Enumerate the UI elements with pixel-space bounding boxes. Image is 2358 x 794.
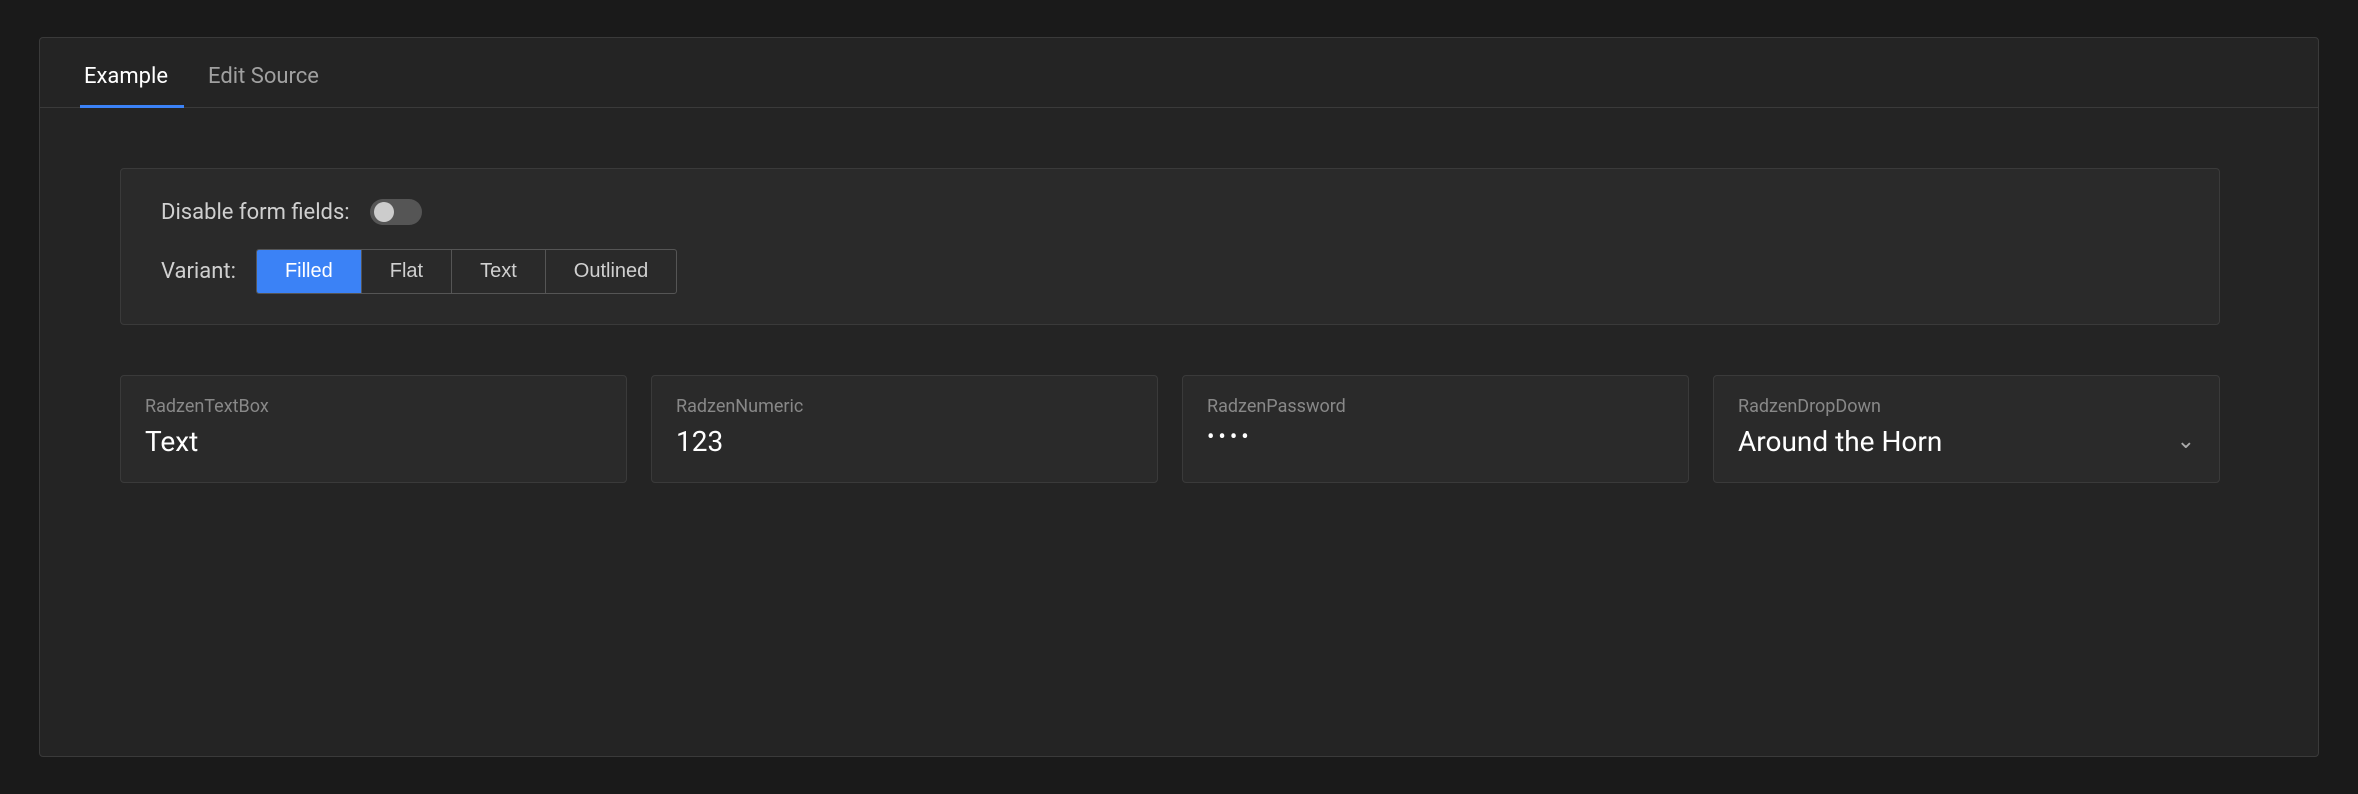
fields-row: RadzenTextBox Text RadzenNumeric 123 Rad… — [120, 375, 2220, 483]
field-card-dropdown[interactable]: RadzenDropDown Around the Horn ⌄ — [1713, 375, 2220, 483]
chevron-down-icon: ⌄ — [2177, 429, 2195, 454]
variant-group: Filled Flat Text Outlined — [256, 249, 677, 294]
options-panel: Disable form fields: Variant: Filled Fla… — [120, 168, 2220, 325]
variant-btn-text[interactable]: Text — [452, 250, 546, 293]
field-value-password[interactable]: •••• — [1207, 425, 1664, 450]
toggle-knob — [374, 202, 394, 222]
field-value-dropdown: Around the Horn — [1738, 425, 1942, 458]
field-card-textbox: RadzenTextBox Text — [120, 375, 627, 483]
content-area: Disable form fields: Variant: Filled Fla… — [40, 108, 2318, 543]
disable-fields-toggle[interactable] — [370, 199, 422, 225]
variant-btn-outlined[interactable]: Outlined — [546, 250, 677, 293]
field-type-dropdown: RadzenDropDown — [1738, 396, 2195, 417]
tab-example-label: Example — [84, 64, 168, 89]
field-card-numeric: RadzenNumeric 123 — [651, 375, 1158, 483]
dropdown-value-row: Around the Horn ⌄ — [1738, 425, 2195, 458]
variant-btn-flat[interactable]: Flat — [362, 250, 452, 293]
field-type-password: RadzenPassword — [1207, 396, 1664, 417]
disable-fields-row: Disable form fields: — [161, 199, 2179, 225]
variant-row: Variant: Filled Flat Text Outlined — [161, 249, 2179, 294]
tab-edit-source[interactable]: Edit Source — [204, 64, 335, 108]
field-type-numeric: RadzenNumeric — [676, 396, 1133, 417]
field-type-textbox: RadzenTextBox — [145, 396, 602, 417]
tab-example[interactable]: Example — [80, 64, 184, 108]
field-value-numeric[interactable]: 123 — [676, 425, 1133, 458]
variant-btn-filled[interactable]: Filled — [257, 250, 362, 293]
field-value-textbox[interactable]: Text — [145, 425, 602, 458]
disable-fields-label: Disable form fields: — [161, 200, 350, 225]
tabs-bar: Example Edit Source — [40, 38, 2318, 108]
variant-label: Variant: — [161, 259, 236, 284]
main-container: Example Edit Source Disable form fields:… — [39, 37, 2319, 757]
field-card-password: RadzenPassword •••• — [1182, 375, 1689, 483]
tab-edit-source-label: Edit Source — [208, 64, 319, 89]
